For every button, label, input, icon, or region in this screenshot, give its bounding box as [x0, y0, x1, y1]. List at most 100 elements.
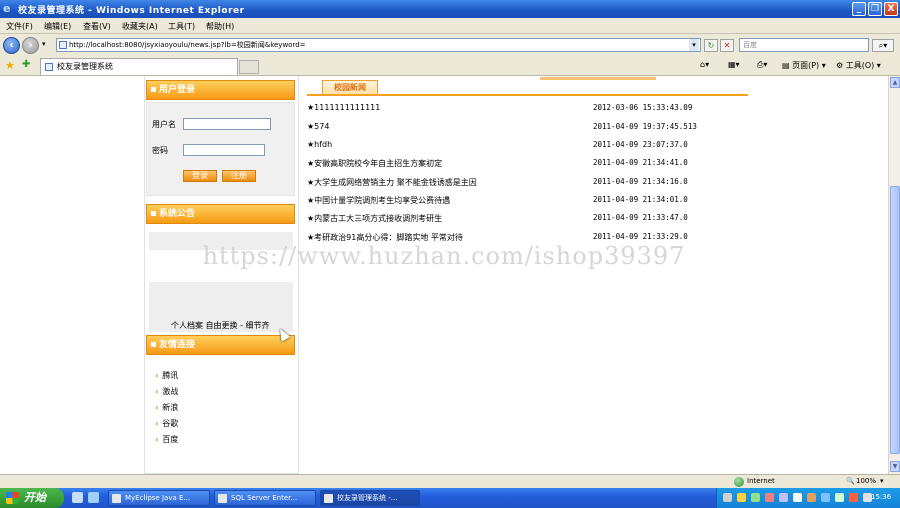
link-tencent[interactable]: 腾讯 — [155, 370, 178, 381]
task-sql-server[interactable]: SQL Server Enter... — [214, 490, 316, 506]
window-title: 校友录管理系统 - Windows Internet Explorer — [18, 6, 245, 16]
password-input[interactable] — [183, 144, 265, 156]
news-date: 2011-04-09 19:37:45.513 — [593, 122, 697, 131]
password-label: 密码 — [152, 146, 168, 155]
internet-zone-icon — [734, 477, 744, 487]
address-toolbar: ‹ › ▾ http://localhost:8080/jsyxiaoyoulu… — [0, 34, 900, 56]
news-date: 2011-04-09 21:34:01.0 — [593, 195, 688, 204]
tab-active[interactable]: 校友录管理系统 — [40, 58, 238, 75]
address-dropdown-icon[interactable]: ▾ — [689, 39, 699, 51]
menu-file[interactable]: 文件(F) — [6, 21, 33, 32]
news-date: 2011-04-09 21:33:29.0 — [593, 232, 688, 241]
scroll-thumb[interactable] — [890, 186, 900, 454]
search-input[interactable]: 百度 — [739, 38, 869, 52]
back-arrow-icon[interactable]: ‹ — [3, 37, 20, 54]
news-item[interactable]: ★574 — [307, 122, 329, 131]
new-tab-button[interactable] — [239, 60, 259, 74]
favorites-star-icon[interactable]: ★ — [5, 59, 15, 72]
myeclipse-icon — [112, 494, 121, 503]
tools-menu[interactable]: ⚙ 工具(O) ▾ — [836, 60, 881, 71]
zoom-level[interactable]: 100% — [856, 477, 876, 485]
login-button[interactable]: 登录 — [183, 170, 217, 182]
print-icon[interactable]: ⎙▾ — [757, 60, 767, 70]
link-google[interactable]: 谷歌 — [155, 418, 178, 429]
shield-icon[interactable] — [849, 493, 858, 502]
news-item[interactable]: ★1111111111111 — [307, 103, 380, 112]
news-top-divider — [540, 77, 656, 80]
window-title-bar[interactable]: e 校友录管理系统 - Windows Internet Explorer _ … — [0, 0, 900, 18]
tools-gear-icon: ⚙ — [836, 61, 844, 70]
menu-bar: 文件(F) 编辑(E) 查看(V) 收藏夹(A) 工具(T) 帮助(H) — [0, 18, 900, 34]
tray-icon[interactable] — [793, 493, 802, 502]
page-menu-icon: ▤ — [782, 61, 790, 70]
panel-bullet-icon — [151, 342, 156, 347]
minimize-button[interactable]: _ — [852, 2, 866, 16]
announcement-text: 个人档案 自由更换 - 细节齐 — [171, 321, 270, 330]
security-zone-label: Internet — [747, 477, 775, 485]
close-button[interactable]: X — [884, 2, 898, 16]
page-icon — [59, 41, 67, 49]
tray-icon[interactable] — [737, 493, 746, 502]
sql-server-icon — [218, 494, 227, 503]
news-date: 2012-03-06 15:33:43.09 — [593, 103, 693, 112]
links-panel-title: 友情连接 — [159, 340, 196, 350]
news-item[interactable]: ★内蒙古工大三项方式接收调剂考研生 — [307, 213, 442, 224]
sidebar: 用户登录 用户名 密码 登录 注册 系统公告 个人档案 自由更换 - 细节齐 友… — [144, 76, 299, 474]
login-panel-title: 用户登录 — [159, 85, 196, 95]
task-alumni-system[interactable]: 校友录管理系统 -... — [320, 490, 420, 506]
news-item[interactable]: ★中国计量学院调剂考生均享受公费待遇 — [307, 195, 450, 206]
tab-bar: ★ ✚ 校友录管理系统 ⌂▾ ▦▾ ⎙▾ ▤ 页面(P) ▾ ⚙ 工具(O) ▾ — [0, 56, 900, 76]
news-date: 2011-04-09 21:34:16.0 — [593, 177, 688, 186]
scroll-down-icon[interactable]: ▼ — [890, 461, 900, 472]
tray-icon[interactable] — [779, 493, 788, 502]
menu-favorites[interactable]: 收藏夹(A) — [122, 21, 158, 32]
tab-title: 校友录管理系统 — [57, 62, 113, 71]
quick-launch-ie-icon[interactable] — [88, 492, 99, 503]
tray-icon[interactable] — [821, 493, 830, 502]
link-sina[interactable]: 新浪 — [155, 402, 178, 413]
tray-icon[interactable] — [807, 493, 816, 502]
page-menu[interactable]: ▤ 页面(P) ▾ — [782, 60, 826, 71]
panel-bullet-icon — [151, 211, 156, 216]
task-myeclipse[interactable]: MyEclipse Java E... — [108, 490, 210, 506]
start-button[interactable]: 开始 — [0, 488, 64, 508]
vertical-scrollbar[interactable]: ▲ ▼ — [888, 76, 900, 474]
tray-icon[interactable] — [765, 493, 774, 502]
maximize-button[interactable]: ❐ — [868, 2, 882, 16]
username-input[interactable] — [183, 118, 271, 130]
menu-view[interactable]: 查看(V) — [83, 21, 111, 32]
add-favorite-icon[interactable]: ✚ — [22, 59, 30, 70]
news-item[interactable]: ★安徽高职院校今年自主招生方案初定 — [307, 158, 442, 169]
announcement-panel-header: 系统公告 — [146, 204, 295, 224]
tools-menu-label: 工具(O) — [845, 61, 875, 70]
register-button[interactable]: 注册 — [222, 170, 256, 182]
menu-edit[interactable]: 编辑(E) — [44, 21, 71, 32]
address-input[interactable]: http://localhost:8080/jsyxiaoyoulu/news.… — [56, 38, 701, 52]
username-label: 用户名 — [152, 120, 176, 129]
menu-help[interactable]: 帮助(H) — [206, 21, 234, 32]
menu-tools[interactable]: 工具(T) — [168, 21, 195, 32]
forward-arrow-icon[interactable]: › — [22, 37, 39, 54]
start-label: 开始 — [24, 491, 46, 504]
home-icon[interactable]: ⌂▾ — [700, 60, 709, 69]
tray-icon[interactable] — [751, 493, 760, 502]
link-baidu[interactable]: 百度 — [155, 434, 178, 445]
clock[interactable]: 15:36 — [871, 493, 891, 501]
feeds-icon[interactable]: ▦▾ — [728, 60, 740, 69]
news-item[interactable]: ★大学生成网络营销主力 聚不能金钱诱惑是主因 — [307, 177, 477, 188]
page-content: 用户登录 用户名 密码 登录 注册 系统公告 个人档案 自由更换 - 细节齐 友… — [0, 76, 888, 474]
tray-icon[interactable] — [723, 493, 732, 502]
refresh-icon[interactable]: ↻ — [704, 39, 718, 52]
link-jizhan[interactable]: 激战 — [155, 386, 178, 397]
news-item[interactable]: ★hfdh — [307, 140, 332, 149]
stop-icon[interactable]: ✕ — [720, 39, 734, 52]
news-divider — [307, 94, 748, 96]
scroll-up-icon[interactable]: ▲ — [890, 77, 900, 88]
history-dropdown-icon[interactable]: ▾ — [42, 40, 46, 48]
tray-icon[interactable] — [835, 493, 844, 502]
show-desktop-icon[interactable] — [72, 492, 83, 503]
task-label: SQL Server Enter... — [231, 494, 298, 502]
zoom-dropdown-icon[interactable]: ▾ — [880, 477, 884, 485]
search-icon[interactable]: ⌕▾ — [872, 39, 894, 52]
announcement-panel-title: 系统公告 — [159, 209, 196, 219]
